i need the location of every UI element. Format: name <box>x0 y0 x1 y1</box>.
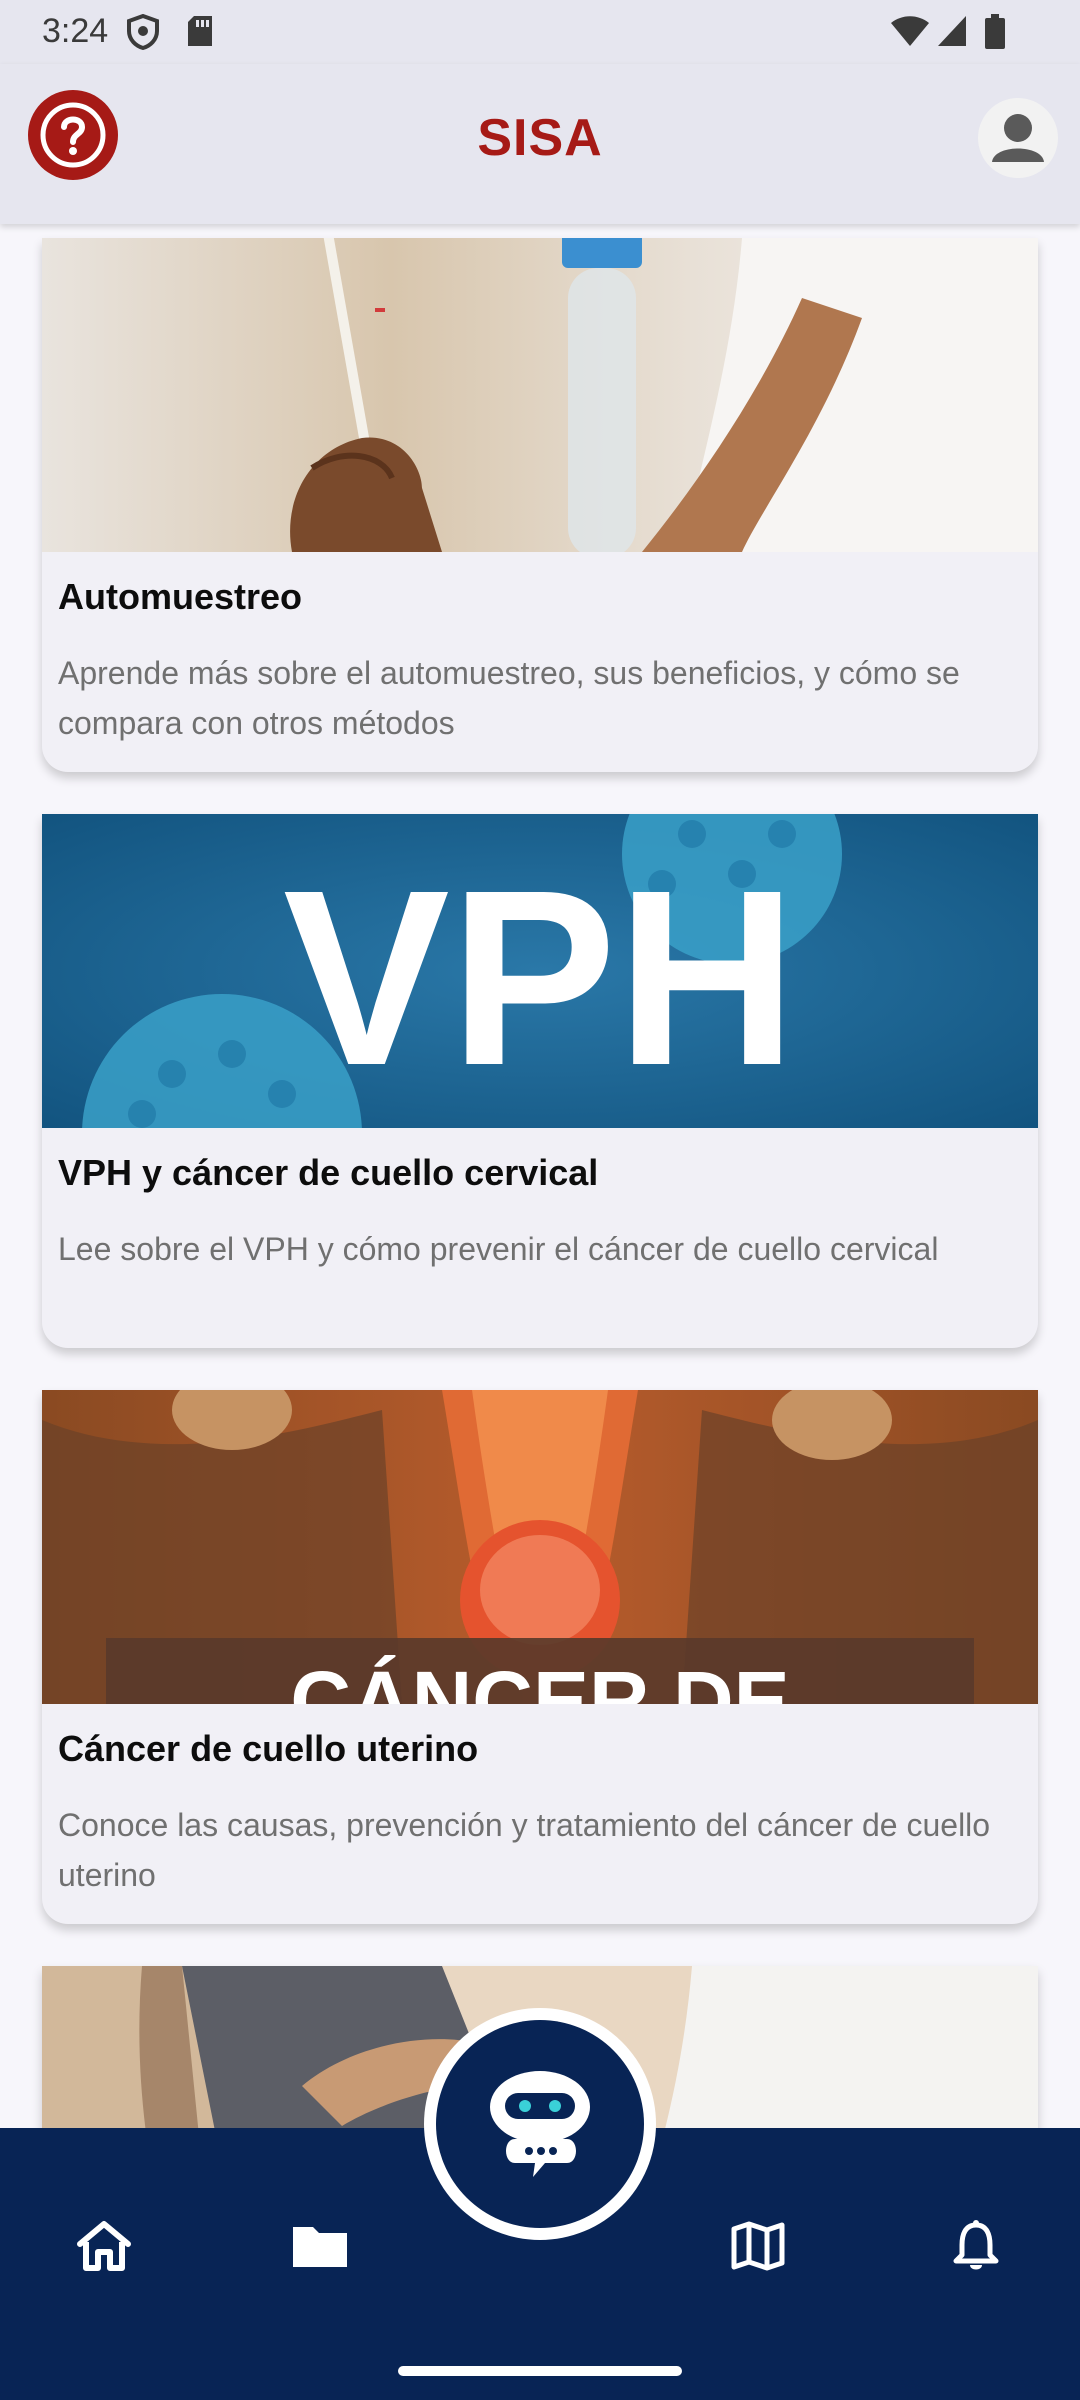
signal-icon <box>936 14 968 53</box>
sd-card-icon <box>186 14 214 53</box>
card-image-cervical-cancer: CÁNCER DE <box>42 1390 1038 1704</box>
card-title: Automuestreo <box>58 576 303 617</box>
status-bar: 3:24 <box>0 0 1080 64</box>
card-description: Lee sobre el VPH y cómo prevenir el cánc… <box>58 1231 939 1267</box>
cancer-image-text: CÁNCER DE <box>290 1654 789 1704</box>
card-vph[interactable]: VPH VPH y cáncer de cuello cervical Lee … <box>42 814 1038 1348</box>
wifi-icon <box>890 14 930 53</box>
shield-icon <box>126 13 160 55</box>
app-title: SISA <box>477 109 603 167</box>
vph-image-text: VPH <box>283 838 797 1117</box>
map-icon <box>731 2221 785 2271</box>
card-description: Aprende más sobre el automuestreo, sus b… <box>58 655 960 741</box>
chatbot-button[interactable] <box>436 2020 644 2228</box>
battery-icon <box>984 14 1006 55</box>
nav-folder[interactable] <box>280 2206 360 2286</box>
bell-icon <box>953 2220 999 2270</box>
home-icon <box>77 2221 131 2271</box>
card-cancer-cuello-uterino[interactable]: CÁNCER DE Cáncer de cuello uterino Conoc… <box>42 1390 1038 1924</box>
card-image-self-sampling <box>42 238 1038 552</box>
card-title: VPH y cáncer de cuello cervical <box>58 1152 599 1193</box>
card-automuestreo[interactable]: Automuestreo Aprende más sobre el automu… <box>42 238 1038 772</box>
app-bar: SISA <box>0 64 1080 224</box>
nav-home[interactable] <box>64 2206 144 2286</box>
nav-notifications[interactable] <box>936 2206 1016 2286</box>
status-time: 3:24 <box>42 12 109 50</box>
home-indicator[interactable] <box>398 2366 682 2376</box>
card-description: Conoce las causas, prevención y tratamie… <box>58 1807 991 1893</box>
card-image-vph: VPH <box>42 814 1038 1128</box>
content-list[interactable]: Automuestreo Aprende más sobre el automu… <box>0 224 1080 2128</box>
chatbot-icon <box>490 2071 590 2177</box>
avatar-icon <box>978 98 1058 178</box>
nav-map[interactable] <box>718 2206 798 2286</box>
folder-icon <box>293 2227 347 2267</box>
profile-button[interactable] <box>978 98 1058 178</box>
card-title: Cáncer de cuello uterino <box>58 1728 479 1769</box>
